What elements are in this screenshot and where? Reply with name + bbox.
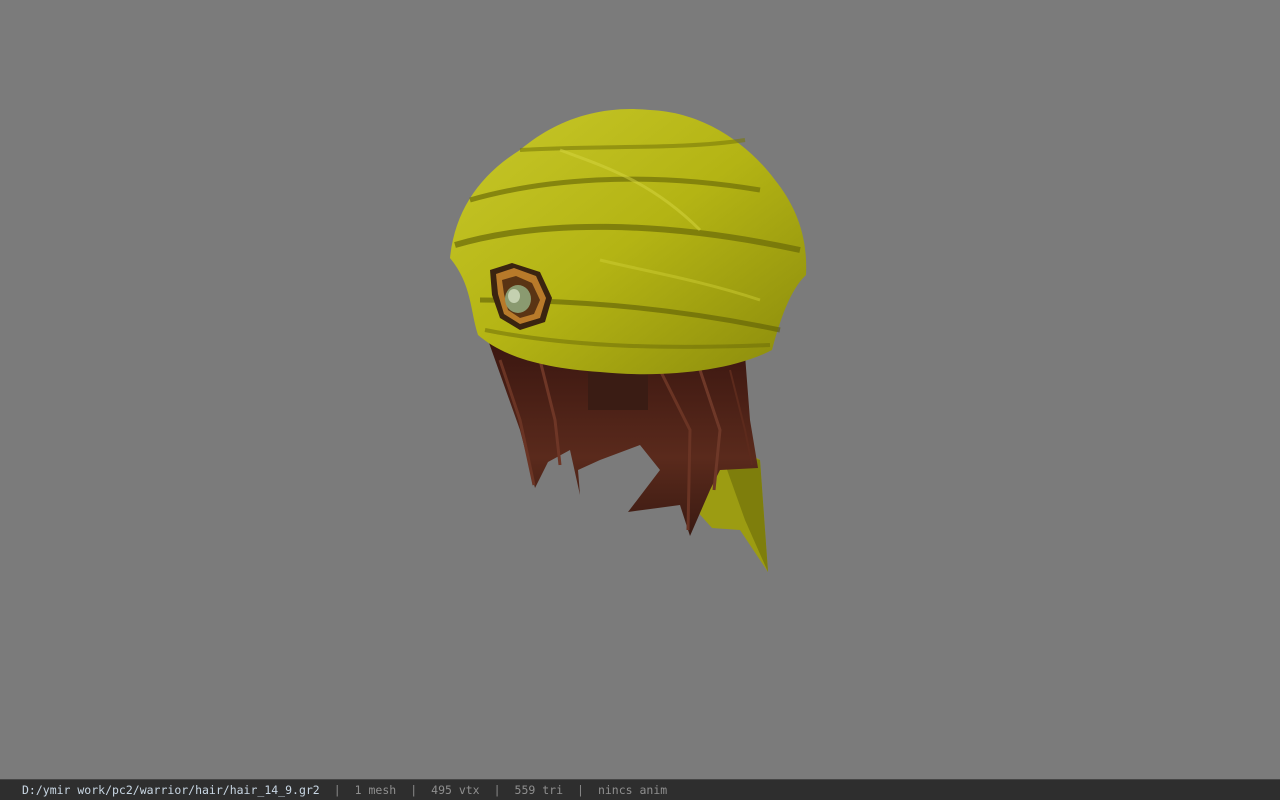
- triangle-count: 559 tri: [514, 783, 564, 797]
- separator: |: [493, 783, 501, 797]
- animation-info: nincs anim: [597, 783, 668, 797]
- turban: [450, 109, 807, 375]
- separator: |: [410, 783, 418, 797]
- vertex-count: 495 vtx: [431, 783, 480, 797]
- model-viewport[interactable]: [0, 0, 1280, 779]
- mesh-count: 1 mesh: [354, 783, 397, 797]
- separator: |: [577, 783, 584, 797]
- file-path: D:/ymir work/pc2/warrior/hair/hair_14_9.…: [22, 783, 320, 797]
- separator: |: [333, 783, 341, 797]
- hair-model-render: [450, 109, 807, 572]
- status-bar: D:/ymir work/pc2/warrior/hair/hair_14_9.…: [0, 779, 1280, 800]
